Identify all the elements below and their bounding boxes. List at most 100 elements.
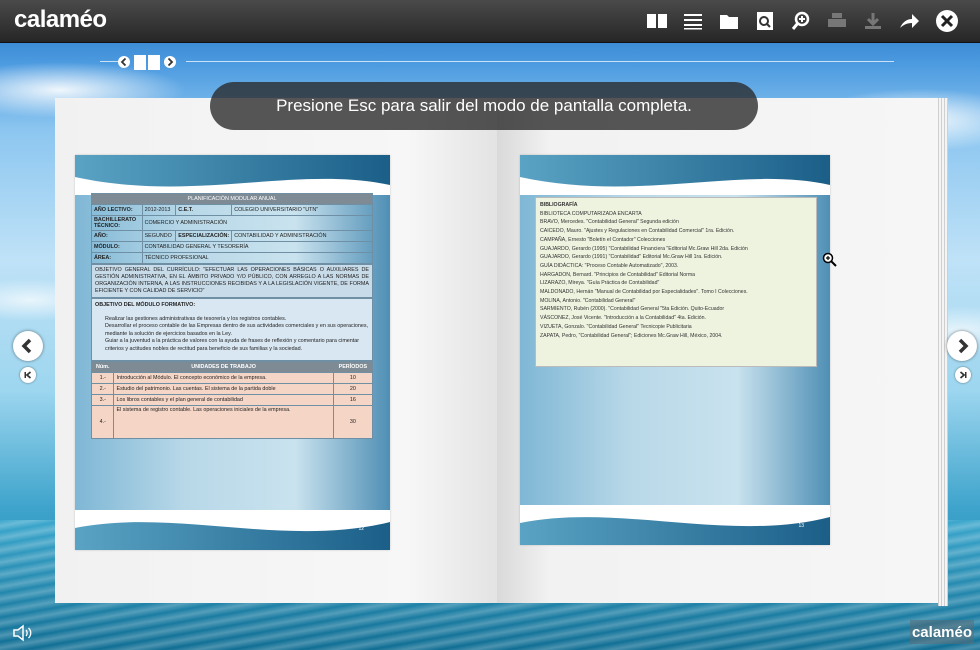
single-page-icon[interactable] [716, 8, 742, 34]
share-icon[interactable] [896, 8, 922, 34]
speaker-icon[interactable] [12, 624, 34, 642]
first-page-button[interactable] [20, 367, 36, 383]
left-document-leaf: PLANIFICACIÓN MODULAR ANUAL AÑO LECTIVO:… [75, 155, 390, 550]
page-number: 13 [798, 523, 804, 529]
bibliography-box: BIBLIOGRAFÍA BIBLIOTECA COMPUTARIZADA EN… [535, 197, 817, 367]
row-key: C.E.T. [175, 204, 233, 216]
chevron-right-icon [958, 338, 969, 354]
row-key: AÑO: [91, 230, 143, 242]
book-viewer[interactable]: PLANIFICACIÓN MODULAR ANUAL AÑO LECTIVO:… [55, 98, 950, 610]
chevron-left-icon [21, 338, 32, 354]
module-objective-item: Guiar a la juventud a la práctica de val… [105, 338, 360, 352]
units-header-unit: UNIDADES DE TRABAJO [113, 361, 334, 373]
previous-spread-icon[interactable] [118, 55, 130, 69]
unit-periods: 30 [332, 405, 374, 439]
row-key: AÑO LECTIVO: [91, 204, 143, 216]
table-row: 1.- Introducción al Módulo. El concepto … [90, 372, 374, 384]
general-objective: OBJETIVO GENERAL DEL CURRÍCULO: "EFECTUA… [91, 264, 373, 298]
table-row: 4.- El sistema de registro contable. Las… [90, 405, 374, 439]
print-icon [824, 8, 850, 34]
unit-name: Estudio del patrimonio. Las cuentas. El … [113, 383, 334, 395]
bibliography-item: MALDONADO, Hernán "Manual de Contabilida… [540, 289, 748, 296]
unit-num: 1.- [90, 372, 115, 384]
unit-num: 4.- [90, 405, 115, 439]
bibliography-item: SARMIENTO, Rubén (2000). "Contabilidad G… [540, 306, 725, 313]
unit-name: Introducción al Módulo. El concepto econ… [113, 372, 334, 384]
unit-name: El sistema de registro contable. Las ope… [113, 405, 334, 439]
row-key: MÓDULO: [91, 241, 143, 253]
bibliography-item: GUÍA DIDÁCTICA: "Proceso Contable Automa… [540, 262, 679, 269]
bottom-wave-decoration [75, 522, 390, 550]
units-header-num: Núm. [90, 361, 115, 373]
close-icon[interactable] [934, 8, 960, 34]
right-document-leaf: BIBLIOGRAFÍA BIBLIOTECA COMPUTARIZADA EN… [520, 155, 830, 545]
module-objective-item: Desarrollar el proceso contable de las E… [105, 323, 369, 337]
bibliography-item: VIZUETA, Gonzalo. "Contabilidad General"… [540, 323, 692, 330]
calameo-logo[interactable]: calaméo [14, 6, 107, 34]
nav-divider-right [186, 61, 894, 62]
bibliography-item: GUAJARDO, Gerardo (1991) "Contabilidad" … [540, 254, 723, 261]
row-key: BACHILLERATO TÉCNICO: [91, 215, 143, 231]
bibliography-item: HARGADON, Bernard. "Principios de Contab… [540, 271, 696, 278]
planning-document: PLANIFICACIÓN MODULAR ANUAL AÑO LECTIVO:… [90, 193, 374, 439]
top-wave-decoration [75, 155, 390, 187]
page-stack-edge [938, 98, 948, 606]
header-table: PLANIFICACIÓN MODULAR ANUAL AÑO LECTIVO:… [91, 193, 374, 264]
bibliography-item: BRAVO, Mercedes. "Contabilidad General" … [540, 219, 679, 226]
zoom-icon[interactable] [788, 8, 814, 34]
bibliography-item: GUAJARDO, Gerardo (1995) "Contabilidad F… [540, 245, 748, 252]
row-value: COLEGIO UNIVERSITARIO "UTN" [231, 204, 373, 216]
calameo-footer-logo[interactable]: calaméo [910, 620, 974, 644]
planning-title: PLANIFICACIÓN MODULAR ANUAL [91, 193, 373, 205]
row-value: TÉCNICO PROFESIONAL [141, 252, 374, 264]
next-spread-icon[interactable] [164, 55, 176, 69]
table-row: 2.- Estudio del patrimonio. Las cuentas.… [90, 383, 374, 395]
bibliography-item: CAICEDO, Mauro. "Ajustes y Regulaciones … [540, 228, 735, 235]
module-objective: OBJETIVO DEL MÓDULO FORMATIVO: Realizar … [91, 298, 373, 361]
next-page-button[interactable] [947, 331, 977, 361]
bibliography-title: BIBLIOGRAFÍA [540, 202, 578, 208]
book-icon[interactable] [644, 8, 670, 34]
table-row: 3.- Los libros contables y el plan gener… [90, 394, 374, 406]
unit-num: 3.- [90, 394, 115, 406]
module-objective-title: OBJETIVO DEL MÓDULO FORMATIVO: [95, 302, 196, 308]
unit-periods: 20 [332, 383, 374, 395]
row-value: SEGUNDO [141, 230, 177, 242]
search-page-icon[interactable] [752, 8, 778, 34]
unit-num: 2.- [90, 383, 115, 395]
units-header-periods: PERÍODOS [332, 361, 374, 373]
units-table: Núm. UNIDADES DE TRABAJO PERÍODOS 1.- In… [90, 361, 374, 439]
unit-periods: 10 [332, 372, 374, 384]
top-wave-decoration [520, 155, 830, 187]
row-value: 2012-2013 [141, 204, 177, 216]
download-icon [860, 8, 886, 34]
zoom-cursor-icon [822, 252, 837, 267]
skip-first-icon [24, 371, 32, 379]
row-key: ESPECIALIZACIÓN: [175, 230, 233, 242]
unit-name: Los libros contables y el plan general d… [113, 394, 334, 406]
unit-periods: 16 [332, 394, 374, 406]
list-icon[interactable] [680, 8, 706, 34]
fullscreen-message: Presione Esc para salir del modo de pant… [210, 82, 758, 130]
row-value: CONTABILIDAD GENERAL Y TESORERÍA [141, 241, 374, 253]
row-value: COMERCIO Y ADMINISTRACIÓN [141, 215, 374, 231]
module-objective-item: Realizar las gestiones administrativas d… [105, 315, 287, 322]
bottom-wave-decoration [520, 517, 830, 545]
skip-last-icon [959, 371, 967, 379]
book-spread-icon[interactable] [132, 52, 162, 72]
left-page[interactable]: PLANIFICACIÓN MODULAR ANUAL AÑO LECTIVO:… [55, 98, 497, 603]
bibliography-item: VÁSCONEZ, José Vicente. "Introducción a … [540, 315, 706, 322]
row-value: CONTABILIDAD Y ADMINISTRACIÓN [231, 230, 373, 242]
page-number: 12 [358, 526, 364, 532]
top-toolbar: calaméo [0, 0, 980, 43]
bibliography-item: CAMPAÑA, Ernesto "Boletín el Contador" C… [540, 236, 666, 243]
bibliography-item: MOLINA, Antonio. "Contabilidad General" [540, 297, 636, 304]
nav-divider-left [100, 61, 118, 62]
row-key: ÁREA: [91, 252, 143, 264]
previous-page-button[interactable] [13, 331, 43, 361]
bibliography-item: LIZARAZO, Mireya. "Guía Práctica de Cont… [540, 280, 660, 287]
bibliography-item: ZAPATA, Pedro, "Contabilidad General"; E… [540, 332, 723, 339]
last-page-button[interactable] [955, 367, 971, 383]
bibliography-item: BIBLIOTECA COMPUTARIZADA ENCARTA [540, 210, 642, 217]
page-navigator[interactable] [118, 52, 180, 72]
